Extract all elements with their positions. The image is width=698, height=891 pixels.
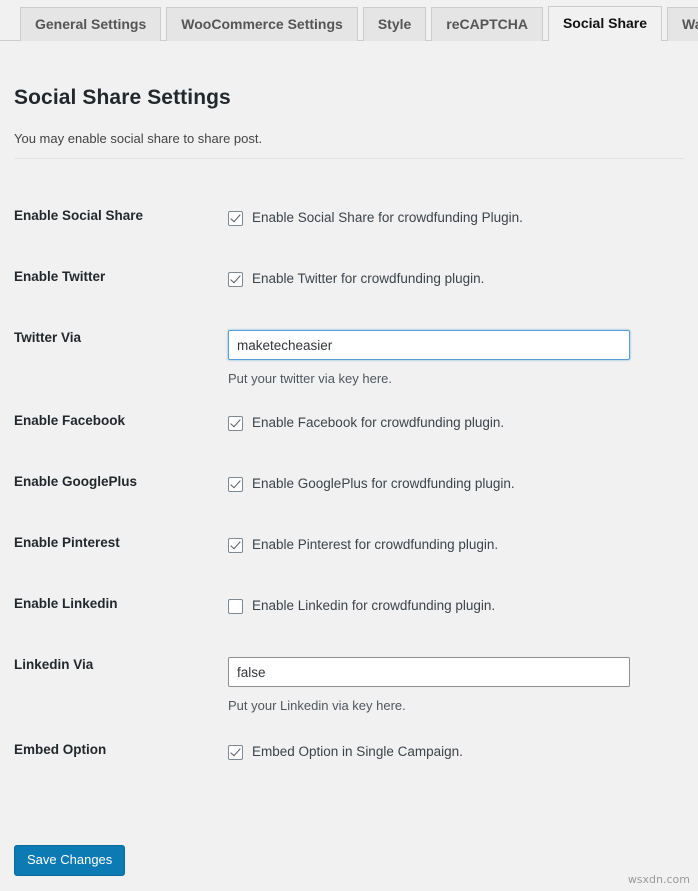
checkbox-checked-icon[interactable] (228, 745, 243, 760)
checkbox-checked-icon[interactable] (228, 477, 243, 492)
page-description: You may enable social share to share pos… (14, 131, 262, 146)
field-label: Enable GooglePlus (0, 452, 228, 490)
field-control: Embed Option in Single Campaign. (228, 720, 698, 762)
watermark: wsxdn.com (628, 873, 690, 886)
field-control: Enable GooglePlus for crowdfunding plugi… (228, 452, 698, 494)
checkbox-label: Enable GooglePlus for crowdfunding plugi… (252, 475, 515, 493)
field-control: Enable Facebook for crowdfunding plugin. (228, 391, 698, 433)
field-help-text: Put your Linkedin via key here. (228, 698, 698, 714)
field-label: Enable Linkedin (0, 574, 228, 612)
field-control: Enable Twitter for crowdfunding plugin. (228, 247, 698, 289)
tab-woocommerce-settings[interactable]: WooCommerce Settings (166, 7, 358, 41)
checkbox-label: Enable Social Share for crowdfunding Plu… (252, 209, 523, 227)
tab-social-share[interactable]: Social Share (548, 6, 662, 41)
form-row: Twitter Via Put your twitter via key here… (0, 308, 698, 387)
tab-style[interactable]: Style (363, 7, 426, 41)
form-row: Linkedin Via Put your Linkedin via key he… (0, 635, 698, 714)
page-title: Social Share Settings (14, 86, 231, 110)
form-row: Enable Facebook Enable Facebook for crowd… (0, 391, 698, 433)
header-divider (14, 158, 684, 159)
field-label: Enable Facebook (0, 391, 228, 429)
checkbox-row-enable-linkedin[interactable]: Enable Linkedin for crowdfunding plugin. (228, 596, 698, 616)
checkbox-checked-icon[interactable] (228, 538, 243, 553)
tab-general-settings[interactable]: General Settings (20, 7, 161, 41)
checkbox-row-enable-googleplus[interactable]: Enable GooglePlus for crowdfunding plugi… (228, 474, 698, 494)
checkbox-unchecked-icon[interactable] (228, 599, 243, 614)
field-label: Enable Pinterest (0, 513, 228, 551)
form-row: Enable Pinterest Enable Pinterest for cro… (0, 513, 698, 555)
field-control: Put your twitter via key here. (228, 308, 698, 387)
field-control: Enable Social Share for crowdfunding Plu… (228, 186, 698, 228)
checkbox-label: Enable Facebook for crowdfunding plugin. (252, 414, 504, 432)
form-row: Enable Social Share Enable Social Share f… (0, 186, 698, 228)
checkbox-checked-icon[interactable] (228, 272, 243, 287)
form-row: Embed Option Embed Option in Single Campa… (0, 720, 698, 762)
form-row: Enable Twitter Enable Twitter for crowdfu… (0, 247, 698, 289)
field-label: Enable Social Share (0, 186, 228, 224)
settings-tab-bar: General SettingsWooCommerce SettingsStyl… (0, 0, 698, 41)
checkbox-row-enable-social-share[interactable]: Enable Social Share for crowdfunding Plu… (228, 208, 698, 228)
linkedin-via-input[interactable] (228, 657, 630, 687)
submit-area: Save Changes (14, 845, 125, 876)
checkbox-row-embed-option[interactable]: Embed Option in Single Campaign. (228, 742, 698, 762)
checkbox-label: Embed Option in Single Campaign. (252, 743, 463, 761)
checkbox-checked-icon[interactable] (228, 211, 243, 226)
checkbox-label: Enable Pinterest for crowdfunding plugin… (252, 536, 498, 554)
field-label: Linkedin Via (0, 635, 228, 673)
field-control: Enable Pinterest for crowdfunding plugin… (228, 513, 698, 555)
checkbox-checked-icon[interactable] (228, 416, 243, 431)
tab-recaptcha[interactable]: reCAPTCHA (431, 7, 543, 41)
twitter-via-input[interactable] (228, 330, 630, 360)
save-changes-button[interactable]: Save Changes (14, 845, 125, 876)
field-control: Put your Linkedin via key here. (228, 635, 698, 714)
checkbox-row-enable-facebook[interactable]: Enable Facebook for crowdfunding plugin. (228, 413, 698, 433)
field-control: Enable Linkedin for crowdfunding plugin. (228, 574, 698, 616)
field-help-text: Put your twitter via key here. (228, 371, 698, 387)
checkbox-row-enable-pinterest[interactable]: Enable Pinterest for crowdfunding plugin… (228, 535, 698, 555)
field-label: Embed Option (0, 720, 228, 758)
tab-wallet[interactable]: Wallet (667, 7, 698, 41)
field-label: Enable Twitter (0, 247, 228, 285)
form-row: Enable Linkedin Enable Linkedin for crowd… (0, 574, 698, 616)
form-row: Enable GooglePlus Enable GooglePlus for c… (0, 452, 698, 494)
checkbox-label: Enable Linkedin for crowdfunding plugin. (252, 597, 495, 615)
checkbox-row-enable-twitter[interactable]: Enable Twitter for crowdfunding plugin. (228, 269, 698, 289)
checkbox-label: Enable Twitter for crowdfunding plugin. (252, 270, 484, 288)
field-label: Twitter Via (0, 308, 228, 346)
